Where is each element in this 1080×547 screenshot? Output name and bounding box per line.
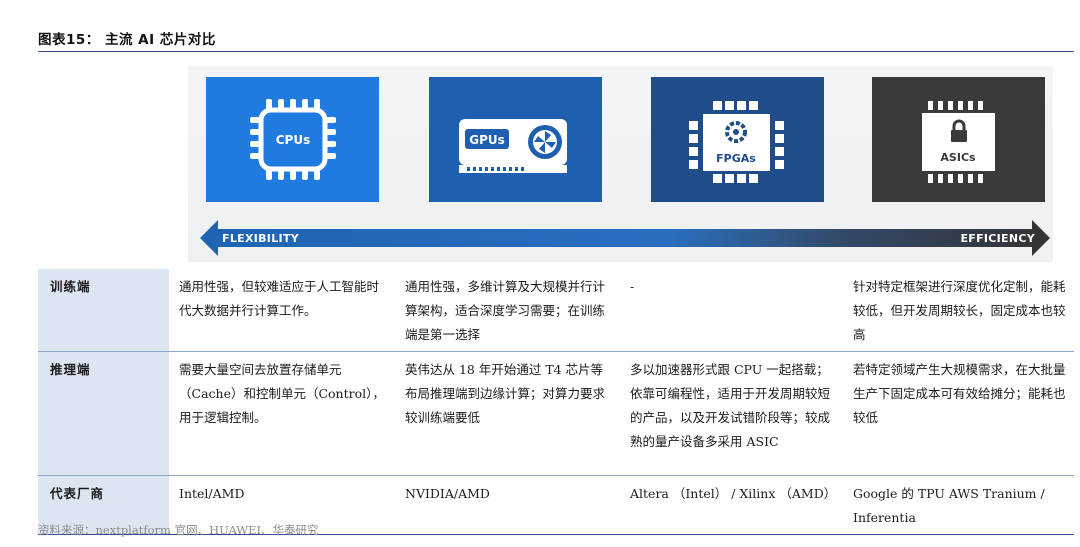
- comparison-table: 训练端 通用性强，但较难适应于人工智能时代大数据并行计算工作。 通用性强，多维计…: [38, 269, 1074, 535]
- gpu-tile: GPUs: [429, 77, 602, 202]
- cell-inference-asic: 若特定领域产生大规模需求，在大批量生产下固定成本可有效给摊分；能耗也较低: [853, 362, 1066, 425]
- source-note: 资料来源：nextplatform 官网、HUAWEI、华泰研究: [38, 523, 319, 537]
- flexibility-label: FLEXIBILITY: [222, 232, 299, 245]
- flexibility-efficiency-arrow: [200, 220, 1050, 256]
- cell-training-asic: 针对特定框架进行深度优化定制，能耗较低，但开发周期较长，固定成本也较高: [853, 279, 1066, 342]
- cell-training-cpu: 通用性强，但较难适应于人工智能时代大数据并行计算工作。: [179, 279, 380, 318]
- cell-inference-cpu: 需要大量空间去放置存储单元（Cache）和控制单元（Control），用于逻辑控…: [179, 362, 385, 425]
- cpu-tile: CPUs: [206, 77, 379, 202]
- cell-vendor-fpga: Altera （Intel） / Xilinx （AMD）: [630, 486, 837, 501]
- chip-label-asics: ASICs: [940, 151, 976, 164]
- chip-label-fpgas: FPGAs: [716, 152, 756, 165]
- table-row-training: 训练端 通用性强，但较难适应于人工智能时代大数据并行计算工作。 通用性强，多维计…: [38, 269, 1074, 352]
- chip-label-cpus: CPUs: [276, 133, 311, 147]
- chip-spectrum-banner: CPUs GPUs FPGAs ASICs FLEXIBILITY EFFICI…: [188, 66, 1053, 262]
- title-divider: [38, 51, 1074, 52]
- gpu-card-icon: GPUs: [429, 77, 602, 202]
- asic-lock-chip-icon: ASICs: [872, 77, 1045, 202]
- cell-training-gpu: 通用性强，多维计算及大规模并行计算架构，适合深度学习需要；在训练端是第一选择: [405, 279, 606, 342]
- cell-vendor-gpu: NVIDIA/AMD: [405, 486, 490, 501]
- cell-inference-gpu: 英伟达从 18 年开始通过 T4 芯片等布局推理端到边缘计算；对算力要求较训练端…: [405, 362, 606, 425]
- figure-title: 图表15： 主流 AI 芯片对比: [38, 32, 216, 48]
- fpga-tile: FPGAs: [651, 77, 824, 202]
- asic-tile: ASICs: [872, 77, 1045, 202]
- cell-vendor-asic: Google 的 TPU AWS Tranium / Inferentia: [853, 486, 1045, 525]
- cell-training-fpga: -: [630, 279, 635, 294]
- row-header-inference: 推理端: [38, 351, 169, 476]
- cell-inference-fpga: 多以加速器形式跟 CPU 一起搭载；依靠可编程性，适用于开发周期较短的产品，以及…: [630, 362, 831, 449]
- efficiency-label: EFFICIENCY: [960, 232, 1035, 245]
- fpga-chip-icon: FPGAs: [651, 77, 824, 202]
- chip-label-gpus: GPUs: [469, 133, 505, 147]
- cpu-chip-icon: CPUs: [206, 77, 379, 202]
- row-header-training: 训练端: [38, 269, 169, 352]
- table-row-inference: 推理端 需要大量空间去放置存储单元（Cache）和控制单元（Control），用…: [38, 351, 1074, 476]
